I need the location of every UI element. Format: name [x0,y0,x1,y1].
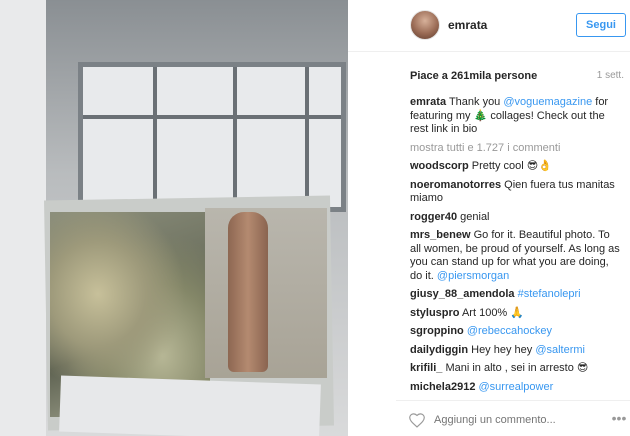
caption-mention[interactable]: @voguemagazine [503,96,592,108]
comment-item: rogger40 genial [410,211,620,225]
comment-text: Mani in alto , sei in arresto 😎 [445,362,589,374]
comment-item: giusy_88_amendola #stefanolepri [410,288,620,302]
comment-item: noeromanotorres Qien fuera tus manitas m… [410,179,620,206]
comment-item: sgroppino @rebeccahockey [410,325,620,339]
caption-text-before: Thank you [448,96,504,108]
comment-item: woodscorp Pretty cool 😎👌 [410,160,620,174]
comment-item: krifili_ Mani in alto , sei in arresto 😎 [410,362,620,376]
post-sidebar: emrata Segui Piace a 261mila persone 1 s… [348,0,630,436]
comment-username[interactable]: styluspro [410,307,460,319]
post-photo[interactable] [0,0,348,436]
post-footer: ••• [396,400,630,436]
show-all-comments-link[interactable]: mostra tutti e 1.727 i commenti [410,142,620,156]
instagram-post-modal: emrata Segui Piace a 261mila persone 1 s… [0,0,630,436]
window-mullion [83,115,341,119]
comment-username[interactable]: noeromanotorres [410,179,501,191]
username-link[interactable]: emrata [448,18,487,32]
post-timestamp[interactable]: 1 sett. [597,70,624,81]
photo-background-left [0,0,46,436]
comment-username[interactable]: krifili_ [410,362,442,374]
comment-item: michela2912 @surrealpower [410,381,620,395]
window-mullion [305,67,309,207]
comment-username[interactable]: michela2912 [410,381,475,393]
comment-items: woodscorp Pretty cool 😎👌 noeromanotorres … [410,160,620,394]
likes-row: Piace a 261mila persone 1 sett. [410,70,626,84]
window-mullion [233,67,237,207]
comment-text: Pretty cool 😎👌 [471,160,552,172]
heart-outline-icon[interactable] [408,412,426,428]
photo-window [78,62,346,212]
comment-mention[interactable]: @surrealpower [479,381,554,393]
comment-username[interactable]: woodscorp [410,160,469,172]
comment-username[interactable]: giusy_88_amendola [410,288,515,300]
window-mullion [153,67,157,207]
likes-count[interactable]: Piace a 261mila persone [410,70,537,82]
caption: emrata Thank you @voguemagazine for feat… [410,96,620,137]
comment-text: genial [460,210,490,223]
more-options-icon[interactable]: ••• [610,411,628,429]
comment-username[interactable]: dailydiggin [410,344,468,356]
comment-mention[interactable]: @rebeccahockey [467,325,552,337]
follow-button[interactable]: Segui [576,13,626,37]
caption-username[interactable]: emrata [410,96,446,108]
comment-text: Art 100% 🙏 [461,306,524,319]
comment-username[interactable]: mrs_benew [410,229,471,241]
comment-item: dailydiggin Hey hey hey @saltermi [410,344,620,358]
comment-item: mrs_benew Go for it. Beautiful photo. To… [410,229,620,283]
comment-mention[interactable]: @piersmorgan [437,270,509,282]
comment-item: styluspro Art 100% 🙏 [410,307,620,321]
comment-mention[interactable]: #stefanolepri [518,288,581,300]
add-comment-input[interactable] [434,410,604,430]
comment-text: Hey hey hey [471,343,536,356]
post-header: emrata Segui [348,0,630,52]
photo-paper [59,375,321,436]
comment-username[interactable]: sgroppino [410,325,464,337]
comment-username[interactable]: rogger40 [410,211,457,223]
photo-figure-shape [228,212,268,372]
comments-list: emrata Thank you @voguemagazine for feat… [410,96,620,400]
comment-mention[interactable]: @saltermi [535,344,585,356]
avatar[interactable] [410,10,440,40]
